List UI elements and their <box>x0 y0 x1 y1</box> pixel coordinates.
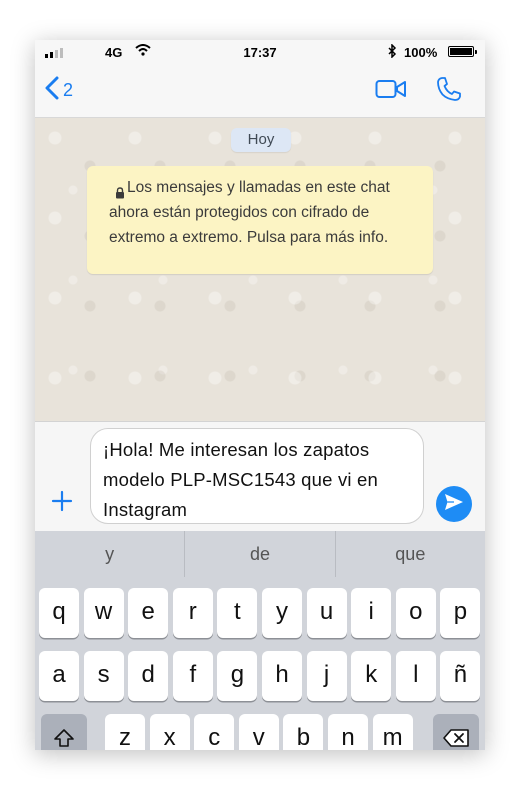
key-n[interactable]: n <box>328 714 368 750</box>
key-ñ[interactable]: ñ <box>440 651 481 701</box>
key-x[interactable]: x <box>149 714 190 750</box>
encryption-notice-text: Los mensajes y llamadas en este chat aho… <box>109 179 390 246</box>
keyboard: y de que qwertyuiop asdfghjklñ z x c v b… <box>35 531 485 750</box>
suggestion-bar: y de que <box>35 531 485 577</box>
key-j[interactable]: j <box>306 651 347 701</box>
bluetooth-icon <box>387 43 397 61</box>
date-chip: Hoy <box>231 128 291 152</box>
unread-count: 2 <box>63 80 74 100</box>
voice-call-button[interactable] <box>435 75 463 108</box>
key-i[interactable]: i <box>351 588 392 638</box>
key-l[interactable]: l <box>395 651 436 701</box>
key-d[interactable]: d <box>128 651 169 701</box>
chevron-left-icon <box>45 76 59 105</box>
back-button[interactable]: 2 <box>45 76 73 105</box>
key-a[interactable]: a <box>39 651 79 701</box>
lock-icon <box>115 182 125 207</box>
key-t[interactable]: t <box>217 588 258 638</box>
battery-icon <box>448 46 477 57</box>
key-y[interactable]: y <box>262 588 302 638</box>
key-w[interactable]: w <box>83 588 124 638</box>
key-v[interactable]: v <box>238 714 279 750</box>
key-c[interactable]: c <box>194 714 235 750</box>
key-z[interactable]: z <box>105 714 145 750</box>
shift-key[interactable] <box>41 714 87 750</box>
plus-icon[interactable] <box>51 490 73 517</box>
key-e[interactable]: e <box>128 588 169 638</box>
delete-key[interactable] <box>433 714 479 750</box>
suggestion[interactable]: que <box>336 531 485 577</box>
video-camera-icon <box>375 80 407 103</box>
phone-icon <box>435 77 463 107</box>
battery-percent: 100% <box>404 45 438 60</box>
encryption-notice[interactable]: Los mensajes y llamadas en este chat aho… <box>87 166 433 274</box>
key-p[interactable]: p <box>440 588 481 638</box>
send-button[interactable] <box>436 486 472 522</box>
message-composer: ¡Hola! Me interesan los zapatos modelo P… <box>35 421 485 531</box>
key-g[interactable]: g <box>217 651 258 701</box>
chat-header: 2 <box>35 64 485 118</box>
key-f[interactable]: f <box>172 651 213 701</box>
key-s[interactable]: s <box>83 651 124 701</box>
key-o[interactable]: o <box>395 588 436 638</box>
video-call-button[interactable] <box>375 79 407 104</box>
suggestion[interactable]: de <box>185 531 336 577</box>
key-k[interactable]: k <box>351 651 392 701</box>
shift-icon <box>53 728 75 750</box>
key-h[interactable]: h <box>262 651 302 701</box>
key-r[interactable]: r <box>172 588 213 638</box>
send-arrow-icon <box>444 493 464 516</box>
key-b[interactable]: b <box>283 714 324 750</box>
status-bar: 4G 17:37 100% <box>35 40 485 64</box>
suggestion[interactable]: y <box>35 531 186 577</box>
key-u[interactable]: u <box>306 588 347 638</box>
message-input[interactable]: ¡Hola! Me interesan los zapatos modelo P… <box>90 428 424 524</box>
backspace-icon <box>442 727 470 750</box>
key-m[interactable]: m <box>372 714 413 750</box>
phone-screen: 4G 17:37 100% 2 Hoy Los mensajes y llama… <box>35 40 485 750</box>
key-q[interactable]: q <box>39 588 79 638</box>
chat-area[interactable]: Hoy Los mensajes y llamadas en este chat… <box>35 118 485 421</box>
